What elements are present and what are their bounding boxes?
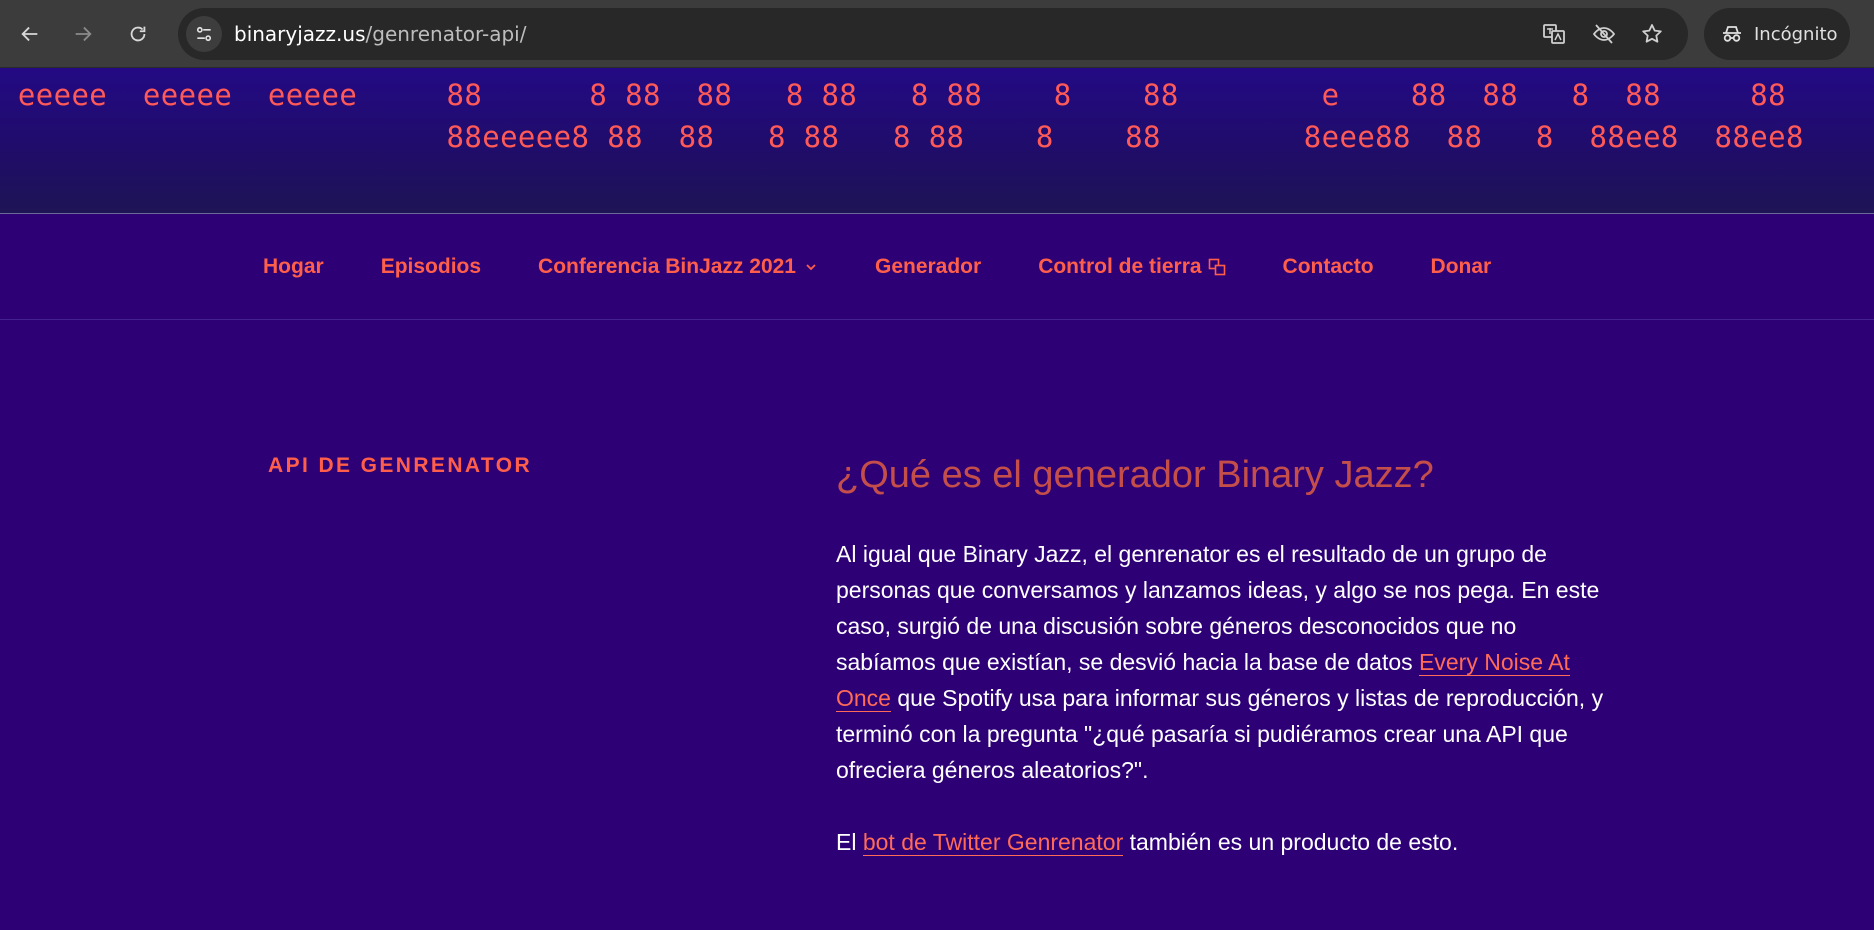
site-header: eeeee eeeee eeeee 88 8 88 88 8 88 8 88 8…	[0, 68, 1874, 214]
reload-button[interactable]	[118, 14, 158, 54]
back-button[interactable]	[10, 14, 50, 54]
twitter-bot-paragraph: El bot de Twitter Genrenator también es …	[836, 824, 1616, 860]
nav-item-hogar[interactable]: Hogar	[263, 255, 324, 279]
twitter-bot-link[interactable]: bot de Twitter Genrenator	[862, 829, 1124, 856]
chevron-down-icon[interactable]	[804, 260, 818, 274]
url-host: binaryjazz.us	[234, 22, 366, 46]
ascii-logo-line: 88eeeee8 88 88 8 88 8 88 8 88 8eee88 88 …	[0, 120, 1804, 154]
nav-item-episodios[interactable]: Episodios	[381, 255, 481, 279]
tune-icon	[196, 26, 212, 42]
nav-item-label: Control de tierra	[1038, 255, 1202, 278]
nav-item-donar[interactable]: Donar	[1431, 255, 1492, 279]
paragraph-text: también es un producto de esto.	[1123, 829, 1459, 855]
tracking-protection-button[interactable]	[1588, 18, 1620, 50]
nav-item-label: Conferencia BinJazz 2021	[538, 255, 796, 278]
nav-item-label: Hogar	[263, 255, 324, 278]
star-icon	[1642, 24, 1662, 43]
nav-item-label: Donar	[1430, 255, 1492, 278]
nav-item-contacto[interactable]: Contacto	[1283, 255, 1374, 279]
reload-icon	[130, 26, 146, 42]
nav-item-control-de-tierra[interactable]: Control de tierra	[1038, 255, 1225, 279]
incognito-icon	[1723, 26, 1741, 42]
nav-item-label: Episodios	[380, 255, 482, 278]
nav-item-generador[interactable]: Generador	[875, 255, 981, 279]
site-info-button[interactable]	[186, 16, 222, 52]
nav-item-label: Generador	[874, 255, 982, 278]
entry-content: Al igual que Binary Jazz, el genrenator …	[836, 536, 1616, 896]
arrow-left-icon	[21, 26, 38, 42]
incognito-label: Incógnito	[1754, 23, 1838, 45]
incognito-indicator[interactable]: Incógnito	[1704, 8, 1850, 60]
url-path: /genrenator-api/	[365, 22, 527, 46]
main-navigation: Hogar Episodios Conferencia BinJazz 2021…	[0, 214, 1874, 320]
translate-icon	[1543, 24, 1565, 44]
bookmark-button[interactable]	[1636, 18, 1668, 50]
nav-menu: Hogar Episodios Conferencia BinJazz 2021…	[263, 214, 1491, 320]
nav-item-conferencia[interactable]: Conferencia BinJazz 2021	[538, 255, 818, 279]
arrow-right-icon	[75, 26, 92, 42]
url-text[interactable]: binaryjazz.us/genrenator-api/	[234, 8, 526, 60]
ascii-logo[interactable]: eeeee eeeee eeeee 88 8 88 88 8 88 8 88 8…	[0, 74, 1874, 158]
address-bar[interactable]: binaryjazz.us/genrenator-api/	[178, 8, 1688, 60]
browser-toolbar: binaryjazz.us/genrenator-api/ Incógnito	[0, 0, 1874, 68]
nav-item-label: Contacto	[1282, 255, 1374, 278]
ascii-logo-line: eeeee eeeee eeeee 88 8 88 88 8 88 8 88 8…	[17, 78, 1786, 112]
eye-off-icon	[1592, 24, 1616, 44]
paragraph-text: El	[836, 829, 863, 855]
page-title: API de genrenator	[268, 454, 533, 477]
entry-heading: ¿Qué es el generador Binary Jazz?	[836, 454, 1434, 496]
translate-button[interactable]	[1538, 18, 1570, 50]
intro-paragraph: Al igual que Binary Jazz, el genrenator …	[836, 536, 1616, 788]
paragraph-text: que Spotify usa para informar sus género…	[836, 685, 1604, 783]
external-link-icon	[1208, 258, 1225, 276]
forward-button[interactable]	[63, 14, 103, 54]
